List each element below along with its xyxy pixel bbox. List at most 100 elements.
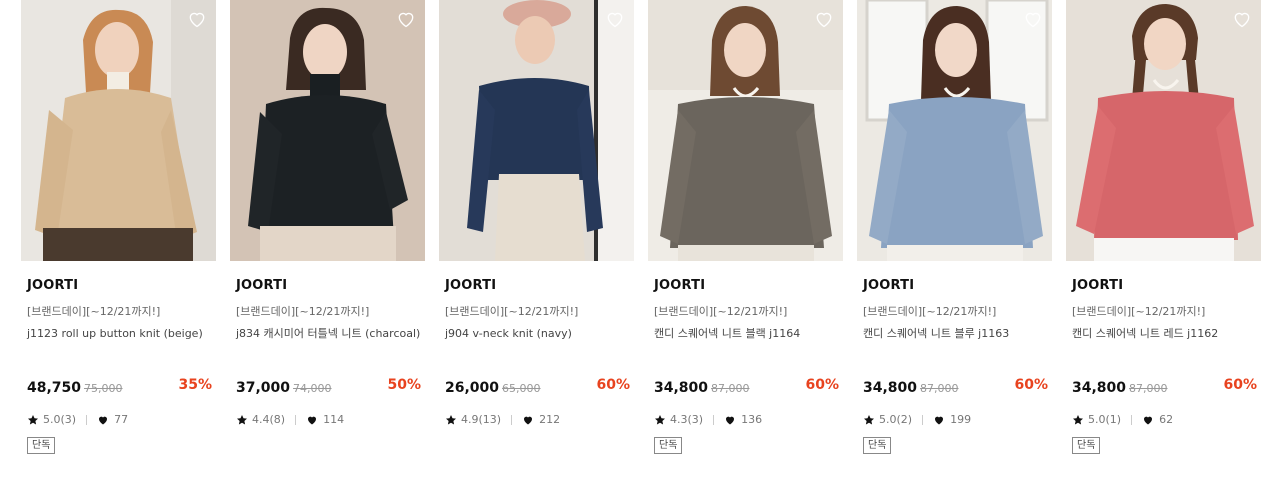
original-price: 65,000 — [502, 382, 541, 395]
product-name[interactable]: j904 v-neck knit (navy) — [445, 326, 631, 342]
wishlist-heart-icon[interactable] — [187, 9, 207, 29]
original-price: 87,000 — [1129, 382, 1168, 395]
product-image[interactable] — [648, 0, 843, 261]
promo-label: [브랜드데이][~12/21까지!] — [27, 305, 161, 318]
product-image[interactable] — [1066, 0, 1261, 261]
product-photo — [857, 0, 1052, 261]
rating-text: 5.0(1) — [1088, 413, 1122, 426]
discount-rate: 60% — [1223, 377, 1257, 393]
wishlist-heart-icon[interactable] — [605, 9, 625, 29]
price-row: 34,800 87,000 60% — [863, 377, 1048, 397]
product-name[interactable]: j1123 roll up button knit (beige) — [27, 326, 213, 342]
heart-icon — [308, 416, 317, 424]
heart-icon — [726, 416, 735, 424]
exclusive-badge: 단독 — [1072, 437, 1101, 454]
brand-name[interactable]: JOORTI — [1072, 278, 1123, 293]
review-meta: 5.0(2) 199 — [863, 413, 971, 426]
product-name[interactable]: 캔디 스퀘어넥 니트 블랙 j1164 — [654, 326, 840, 342]
exclusive-badge: 단독 — [654, 437, 683, 454]
product-image[interactable] — [21, 0, 216, 261]
brand-name[interactable]: JOORTI — [863, 278, 914, 293]
sale-price: 37,000 — [236, 380, 291, 396]
discount-rate: 60% — [805, 377, 839, 393]
price-row: 37,000 74,000 50% — [236, 377, 421, 397]
star-icon — [237, 414, 247, 425]
star-icon — [446, 414, 456, 425]
heart-icon — [524, 416, 533, 424]
product-card[interactable]: JOORTI [브랜드데이][~12/21까지!] j1123 roll up … — [21, 0, 216, 486]
discount-rate: 60% — [596, 377, 630, 393]
heart-icon — [1144, 416, 1153, 424]
product-grid: JOORTI [브랜드데이][~12/21까지!] j1123 roll up … — [0, 0, 1270, 486]
product-image[interactable] — [439, 0, 634, 261]
star-icon — [864, 414, 874, 425]
product-card[interactable]: JOORTI [브랜드데이][~12/21까지!] 캔디 스퀘어넥 니트 블랙 … — [648, 0, 843, 486]
product-photo — [1066, 0, 1261, 261]
original-price: 74,000 — [293, 382, 332, 395]
star-icon — [1073, 414, 1083, 425]
original-price: 87,000 — [711, 382, 750, 395]
likes-count: 199 — [950, 413, 972, 426]
product-photo — [21, 0, 216, 261]
product-card[interactable]: JOORTI [브랜드데이][~12/21까지!] 캔디 스퀘어넥 니트 레드 … — [1066, 0, 1261, 486]
rating-text: 5.0(3) — [43, 413, 77, 426]
sale-price: 48,750 — [27, 380, 82, 396]
price-row: 26,000 65,000 60% — [445, 377, 630, 397]
rating-text: 4.9(13) — [461, 413, 502, 426]
meta-divider — [713, 414, 715, 425]
star-icon — [655, 414, 665, 425]
meta-divider — [86, 414, 88, 425]
rating-text: 5.0(2) — [879, 413, 913, 426]
price-row: 48,750 75,000 35% — [27, 377, 212, 397]
original-price: 75,000 — [84, 382, 123, 395]
discount-rate: 60% — [1014, 377, 1048, 393]
product-card[interactable]: JOORTI [브랜드데이][~12/21까지!] j834 캐시미어 터틀넥 … — [230, 0, 425, 486]
likes-count: 62 — [1159, 413, 1174, 426]
product-image[interactable] — [230, 0, 425, 261]
meta-divider — [1131, 414, 1133, 425]
brand-name[interactable]: JOORTI — [445, 278, 496, 293]
heart-icon — [99, 416, 108, 424]
product-card[interactable]: JOORTI [브랜드데이][~12/21까지!] j904 v-neck kn… — [439, 0, 634, 486]
promo-label: [브랜드데이][~12/21까지!] — [654, 305, 788, 318]
review-meta: 5.0(3) 77 — [27, 413, 128, 426]
product-photo — [648, 0, 843, 261]
product-card[interactable]: JOORTI [브랜드데이][~12/21까지!] 캔디 스퀘어넥 니트 블루 … — [857, 0, 1052, 486]
sale-price: 34,800 — [1072, 380, 1127, 396]
product-photo — [439, 0, 634, 261]
rating-text: 4.4(8) — [252, 413, 286, 426]
review-meta: 4.3(3) 136 — [654, 413, 762, 426]
product-photo — [230, 0, 425, 261]
meta-divider — [295, 414, 297, 425]
review-meta: 4.9(13) 212 — [445, 413, 560, 426]
promo-label: [브랜드데이][~12/21까지!] — [863, 305, 997, 318]
discount-rate: 50% — [387, 377, 421, 393]
star-icon — [28, 414, 38, 425]
product-name[interactable]: 캔디 스퀘어넥 니트 블루 j1163 — [863, 326, 1049, 342]
promo-label: [브랜드데이][~12/21까지!] — [1072, 305, 1206, 318]
wishlist-heart-icon[interactable] — [1023, 9, 1043, 29]
price-row: 34,800 87,000 60% — [654, 377, 839, 397]
likes-count: 212 — [539, 413, 561, 426]
promo-label: [브랜드데이][~12/21까지!] — [236, 305, 370, 318]
product-image[interactable] — [857, 0, 1052, 261]
review-meta: 4.4(8) 114 — [236, 413, 344, 426]
wishlist-heart-icon[interactable] — [814, 9, 834, 29]
likes-count: 114 — [323, 413, 345, 426]
wishlist-heart-icon[interactable] — [396, 9, 416, 29]
sale-price: 34,800 — [654, 380, 709, 396]
brand-name[interactable]: JOORTI — [654, 278, 705, 293]
wishlist-heart-icon[interactable] — [1232, 9, 1252, 29]
exclusive-badge: 단독 — [863, 437, 892, 454]
original-price: 87,000 — [920, 382, 959, 395]
product-name[interactable]: j834 캐시미어 터틀넥 니트 (charcoal) — [236, 326, 422, 342]
brand-name[interactable]: JOORTI — [27, 278, 78, 293]
meta-divider — [922, 414, 924, 425]
promo-label: [브랜드데이][~12/21까지!] — [445, 305, 579, 318]
price-row: 34,800 87,000 60% — [1072, 377, 1257, 397]
review-meta: 5.0(1) 62 — [1072, 413, 1173, 426]
brand-name[interactable]: JOORTI — [236, 278, 287, 293]
product-name[interactable]: 캔디 스퀘어넥 니트 레드 j1162 — [1072, 326, 1258, 342]
heart-icon — [935, 416, 944, 424]
likes-count: 77 — [114, 413, 129, 426]
